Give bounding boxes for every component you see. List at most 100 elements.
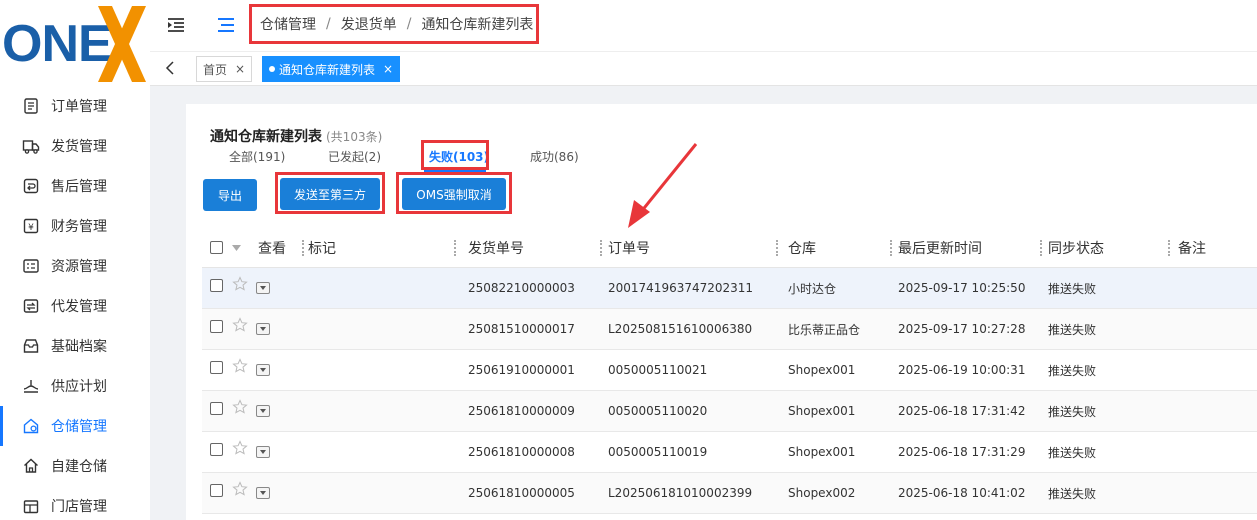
list-card: 通知仓库新建列表 (共103条) 全部(191) 已发起(2) 失败(103) 成… (186, 104, 1257, 520)
ship-number: 25061810000008 (468, 445, 575, 459)
ship-number: 25061810000009 (468, 404, 575, 418)
active-dot-icon (269, 66, 275, 72)
table-row[interactable]: 25081510000017 L202508151610006380 比乐蒂正品仓 2… (202, 309, 1257, 350)
close-icon[interactable]: × (235, 62, 245, 76)
column-resize-handle[interactable] (1040, 240, 1042, 256)
row-checkbox[interactable] (210, 361, 223, 374)
tab-label: 通知仓库新建列表 (279, 62, 376, 77)
truck-icon (22, 140, 40, 154)
warehouse-name: Shopex001 (788, 445, 856, 459)
row-checkbox[interactable] (210, 484, 223, 497)
onex-logo[interactable]: ONE (0, 0, 150, 88)
row-actions-dropdown[interactable] (256, 364, 270, 376)
send-third-party-button[interactable]: 发送至第三方 (280, 178, 380, 210)
tab-notify-warehouse-list[interactable]: 通知仓库新建列表 × (262, 56, 401, 82)
store-icon (23, 500, 39, 514)
sidebar-item-dropship[interactable]: 代发管理 (0, 286, 150, 326)
row-checkbox[interactable] (210, 402, 223, 415)
warehouse-name: Shopex001 (788, 363, 856, 377)
menu-icon[interactable] (217, 17, 235, 33)
column-resize-handle[interactable] (454, 240, 456, 256)
sidebar-item-supply[interactable]: 供应计划 (0, 366, 150, 406)
tab-home[interactable]: 首页 × (196, 56, 253, 82)
column-header: 订单号 (608, 241, 650, 257)
sidebar-item-archive[interactable]: 基础档案 (0, 326, 150, 366)
star-icon[interactable] (232, 399, 248, 415)
tab-label: 首页 (203, 62, 228, 77)
chevron-left-icon[interactable] (164, 61, 178, 75)
home-icon (24, 458, 38, 473)
row-checkbox[interactable] (210, 443, 223, 456)
table-row[interactable]: 25061810000005 L202506181010002399 Shopex0… (202, 473, 1257, 514)
sidebar-item-after-sale[interactable]: 售后管理 (0, 166, 150, 206)
order-number: L202506181010002399 (608, 486, 753, 500)
tab-success[interactable]: 成功(86) (530, 148, 579, 165)
row-checkbox[interactable] (210, 320, 223, 333)
sidebar-item-label: 订单管理 (51, 99, 107, 115)
row-actions-dropdown[interactable] (256, 487, 270, 499)
star-icon[interactable] (232, 440, 248, 456)
column-header: 最后更新时间 (898, 241, 982, 257)
column-resize-handle[interactable] (302, 240, 304, 256)
caret-down-icon[interactable] (232, 245, 241, 251)
column-header: 仓库 (788, 241, 816, 257)
table-header: 查看 标记 发货单号 订单号 仓库 最后更新时间 同步状态 备注 (202, 228, 1257, 268)
sidebar-item-resource[interactable]: 资源管理 (0, 246, 150, 286)
breadcrumb-item[interactable]: 发退货单 (341, 14, 397, 34)
annotation-box (421, 140, 489, 170)
updated-time: 2025-06-18 17:31:29 (898, 445, 1026, 459)
sidebar-item-label: 售后管理 (51, 179, 107, 195)
ship-number: 25061810000005 (468, 486, 575, 500)
tab-all[interactable]: 全部(191) (229, 148, 285, 165)
order-number: L202508151610006380 (608, 322, 753, 336)
after-sale-icon (23, 178, 39, 194)
sidebar-item-label: 供应计划 (51, 379, 107, 395)
close-icon[interactable]: × (383, 62, 393, 76)
collapse-sidebar-icon[interactable] (167, 17, 185, 33)
breadcrumb: 仓储管理 / 发退货单 / 通知仓库新建列表 (249, 4, 539, 44)
column-resize-handle[interactable] (1168, 240, 1170, 256)
sidebar-item-label: 自建仓储 (51, 459, 107, 475)
star-icon[interactable] (232, 358, 248, 374)
row-actions-dropdown[interactable] (256, 323, 270, 335)
sidebar-item-finance[interactable]: ¥ 财务管理 (0, 206, 150, 246)
select-all-checkbox[interactable] (210, 241, 223, 254)
row-actions-dropdown[interactable] (256, 405, 270, 417)
star-icon[interactable] (232, 276, 248, 292)
logo-x-mark (98, 6, 146, 82)
column-resize-handle[interactable] (776, 240, 778, 256)
table-row[interactable]: 25082210000003 2001741963747202311 小时达仓 202… (202, 268, 1257, 309)
row-actions-dropdown[interactable] (256, 282, 270, 294)
sidebar-item-order[interactable]: 订单管理 (0, 86, 150, 126)
column-resize-handle[interactable] (890, 240, 892, 256)
oms-force-cancel-button[interactable]: OMS强制取消 (402, 178, 506, 210)
sidebar-item-warehouse[interactable]: 仓储管理 (0, 406, 150, 446)
export-button[interactable]: 导出 (203, 179, 257, 211)
page-title: 通知仓库新建列表 (共103条) (210, 126, 382, 146)
row-checkbox[interactable] (210, 279, 223, 292)
table-row[interactable]: 25061810000008 0050005110019 Shopex001 2025… (202, 432, 1257, 473)
breadcrumb-separator: / (326, 16, 331, 32)
table-row[interactable]: 25061910000001 0050005110021 Shopex001 2025… (202, 350, 1257, 391)
sidebar-item-label: 仓储管理 (51, 419, 107, 435)
finance-icon: ¥ (23, 218, 39, 234)
order-number: 2001741963747202311 (608, 281, 754, 295)
breadcrumb-item[interactable]: 仓储管理 (260, 14, 316, 34)
sidebar-item-self-warehouse[interactable]: 自建仓储 (0, 446, 150, 486)
sidebar-item-label: 资源管理 (51, 259, 107, 275)
sidebar-item-shipping[interactable]: 发货管理 (0, 126, 150, 166)
breadcrumb-current: 通知仓库新建列表 (421, 17, 534, 33)
sync-status: 推送失败 (1048, 486, 1097, 501)
updated-time: 2025-06-18 10:41:02 (898, 486, 1026, 500)
updated-time: 2025-09-17 10:27:28 (898, 322, 1026, 336)
column-resize-handle[interactable] (600, 240, 602, 256)
row-actions-dropdown[interactable] (256, 446, 270, 458)
star-icon[interactable] (232, 481, 248, 497)
sidebar-item-store[interactable]: 门店管理 (0, 486, 150, 520)
star-icon[interactable] (232, 317, 248, 333)
sidebar-item-label: 门店管理 (51, 499, 107, 515)
tab-initiated[interactable]: 已发起(2) (328, 148, 381, 165)
table-row[interactable]: 25061810000009 0050005110020 Shopex001 2025… (202, 391, 1257, 432)
updated-time: 2025-06-18 17:31:42 (898, 404, 1026, 418)
column-header: 同步状态 (1048, 241, 1104, 257)
